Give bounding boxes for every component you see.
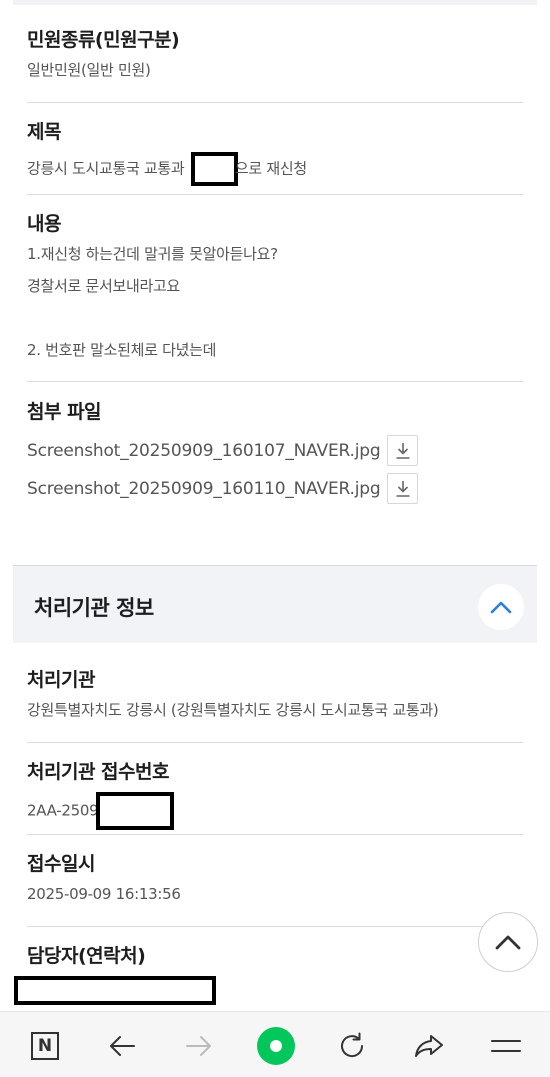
download-icon [396, 480, 410, 497]
agency-value: 강원특별자치도 강릉시 (강원특별자치도 강릉시 도시교통국 교통과) [27, 701, 439, 719]
petition-title-value: 강릉시 도시교통국 교통과 으로 재신청 [27, 152, 523, 186]
redaction-box [190, 152, 238, 186]
refresh-button[interactable] [332, 1026, 372, 1066]
divider [27, 926, 523, 927]
petition-title-prefix: 강릉시 도시교통국 교통과 [27, 159, 185, 178]
agency-section-header[interactable]: 처리기관 정보 [13, 565, 537, 643]
content-line: 2. 번호판 말소된체로 다녔는데 [27, 341, 217, 359]
agency-section-title: 처리기관 정보 [34, 596, 154, 620]
back-arrow-icon [110, 1036, 135, 1056]
petition-title-field: 제목 강릉시 도시교통국 교통과 으로 재신청 [27, 120, 523, 186]
menu-icon [491, 1040, 521, 1052]
download-button[interactable] [387, 435, 419, 466]
petition-type-label: 민원종류(민원구분) [27, 29, 180, 51]
share-button[interactable] [409, 1026, 449, 1066]
agency-label: 처리기관 [27, 669, 95, 691]
petition-content-label: 내용 [27, 213, 61, 235]
attachments-label: 첨부 파일 [27, 401, 102, 423]
download-button[interactable] [387, 473, 419, 504]
agency-field: 처리기관 강원특별자치도 강릉시 (강원특별자치도 강릉시 도시교통국 교통과) [27, 668, 523, 720]
attachment-name[interactable]: Screenshot_20250909_160110_NAVER.jpg [27, 479, 381, 499]
attachment-row: Screenshot_20250909_160107_NAVER.jpg [27, 435, 523, 466]
petition-title-label: 제목 [27, 121, 61, 143]
divider [27, 834, 523, 835]
receipt-number-value: 2AA-2509 [27, 792, 523, 830]
scroll-top-button[interactable] [478, 912, 538, 972]
download-icon [396, 442, 410, 459]
petition-type-value: 일반민원(일반 민원) [27, 61, 151, 79]
content-line: 1.재신청 하는건데 말귀를 못알아듣나요? [27, 245, 278, 263]
menu-button[interactable] [486, 1026, 526, 1066]
received-at-value: 2025-09-09 16:13:56 [27, 885, 181, 903]
divider [27, 102, 523, 103]
home-button[interactable] [256, 1026, 296, 1066]
section-collapse-button[interactable] [478, 584, 524, 630]
petition-title-suffix: 으로 재신청 [234, 159, 307, 178]
naver-n-icon: N [31, 1032, 59, 1060]
received-at-label: 접수일시 [27, 853, 95, 875]
top-strip [13, 0, 537, 5]
received-at-field: 접수일시 2025-09-09 16:13:56 [27, 852, 523, 904]
receipt-number-label: 처리기관 접수번호 [27, 761, 169, 783]
forward-button[interactable] [179, 1026, 219, 1066]
divider [27, 194, 523, 195]
receipt-number-field: 처리기관 접수번호 2AA-2509 [27, 760, 523, 830]
divider [27, 381, 523, 382]
redaction-box [14, 976, 216, 1005]
share-icon [415, 1035, 443, 1057]
forward-arrow-icon [186, 1036, 211, 1056]
refresh-icon [341, 1032, 364, 1058]
officer-field: 담당자(연락처) [27, 944, 523, 968]
attachments-field: 첨부 파일 Screenshot_20250909_160107_NAVER.j… [27, 400, 523, 504]
divider [27, 742, 523, 743]
home-green-icon [257, 1027, 295, 1065]
chevron-up-icon [490, 601, 512, 614]
content-line: 경찰서로 문서보내라고요 [27, 277, 180, 295]
petition-content-field: 내용 1.재신청 하는건데 말귀를 못알아듣나요? 경찰서로 문서보내라고요 2… [27, 212, 523, 360]
attachment-row: Screenshot_20250909_160110_NAVER.jpg [27, 473, 523, 504]
chevron-up-icon [495, 935, 521, 950]
browser-bottom-bar: N [0, 1011, 550, 1077]
officer-label: 담당자(연락처) [27, 945, 146, 967]
petition-content-body: 1.재신청 하는건데 말귀를 못알아듣나요? 경찰서로 문서보내라고요 2. 번… [27, 244, 523, 360]
naver-n-button[interactable]: N [25, 1026, 65, 1066]
redaction-box [96, 792, 175, 830]
attachment-name[interactable]: Screenshot_20250909_160107_NAVER.jpg [27, 441, 381, 461]
back-button[interactable] [102, 1026, 142, 1066]
petition-type-field: 민원종류(민원구분) 일반민원(일반 민원) [27, 28, 523, 80]
receipt-number-prefix: 2AA-2509 [27, 801, 99, 820]
content-line [27, 308, 523, 340]
